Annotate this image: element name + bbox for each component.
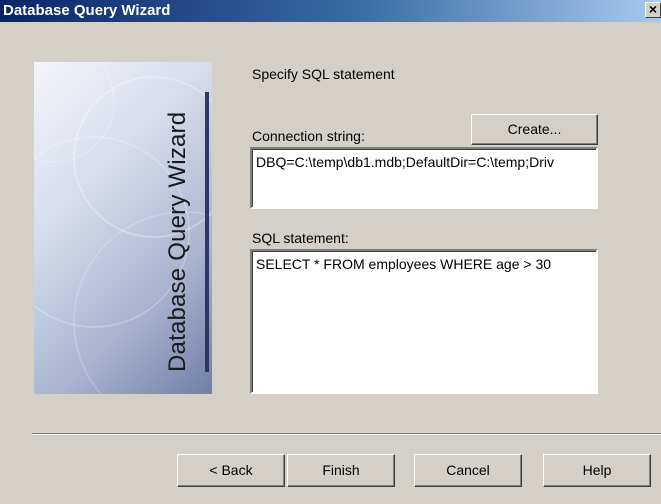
wizard-window: Database Query Wizard × Database Query W… bbox=[0, 0, 661, 504]
help-button[interactable]: Help bbox=[543, 454, 651, 487]
sql-statement-label: SQL statement: bbox=[252, 230, 349, 246]
cancel-button[interactable]: Cancel bbox=[414, 454, 522, 487]
connection-string-label: Connection string: bbox=[252, 128, 365, 144]
finish-button[interactable]: Finish bbox=[287, 454, 395, 487]
window-title: Database Query Wizard bbox=[3, 2, 171, 19]
button-separator bbox=[32, 433, 661, 435]
create-button[interactable]: Create... bbox=[471, 114, 598, 145]
side-panel-title: Database Query Wizard bbox=[164, 111, 191, 372]
side-accent-bar bbox=[205, 92, 209, 372]
sql-statement-field[interactable]: SELECT * FROM employees WHERE age > 30 bbox=[250, 249, 598, 394]
close-icon: × bbox=[648, 1, 658, 17]
connection-string-field[interactable]: DBQ=C:\temp\db1.mdb;DefaultDir=C:\temp;D… bbox=[250, 147, 598, 209]
close-button[interactable]: × bbox=[645, 2, 661, 18]
back-button[interactable]: < Back bbox=[177, 454, 285, 487]
title-bar: Database Query Wizard × bbox=[0, 0, 661, 22]
page-instruction: Specify SQL statement bbox=[252, 66, 395, 82]
